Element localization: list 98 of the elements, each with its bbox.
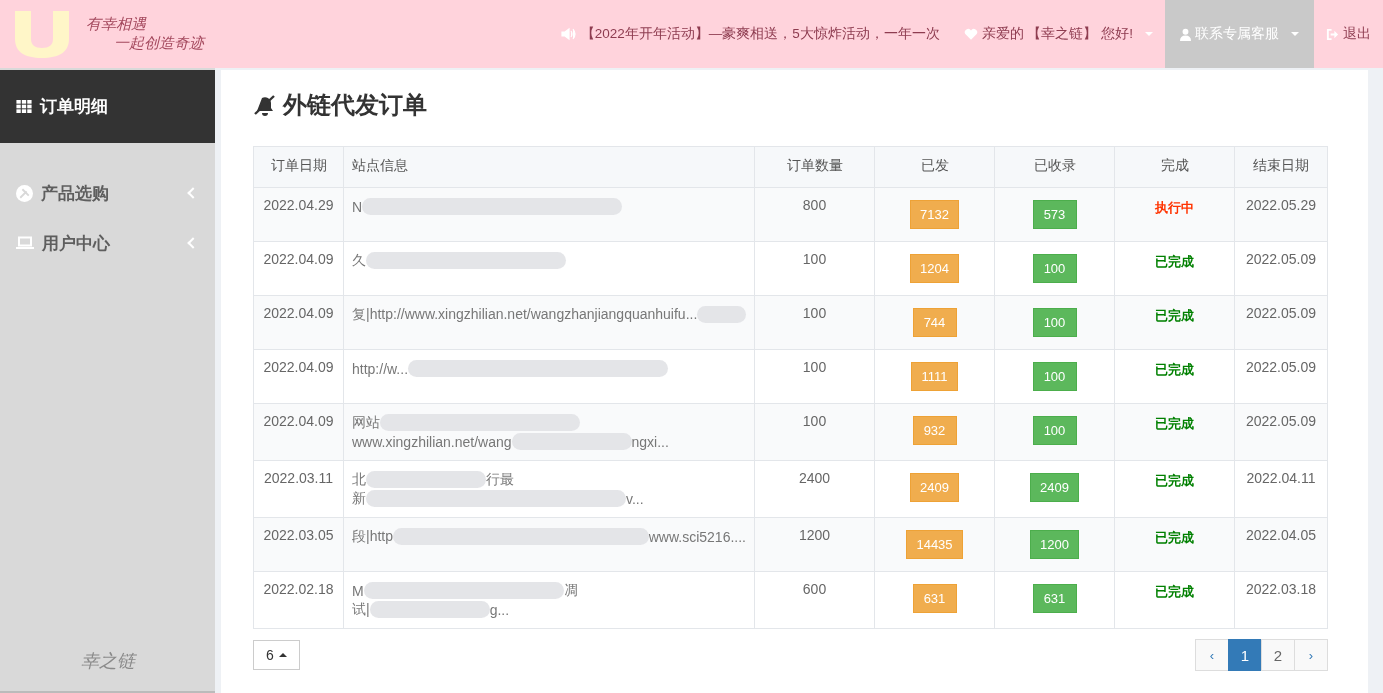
muted-bell-icon bbox=[253, 93, 277, 117]
status-text: 已完成 bbox=[1155, 529, 1194, 547]
site-text: g... bbox=[489, 601, 510, 618]
column-header: 订单日期 bbox=[253, 146, 344, 188]
status-text: 已完成 bbox=[1155, 472, 1194, 490]
sent-count: 2409 bbox=[910, 473, 959, 502]
page-button[interactable]: 1 bbox=[1228, 639, 1262, 671]
sent-count: 1204 bbox=[910, 254, 959, 283]
table-cell: 2022.03.18 bbox=[1234, 571, 1328, 629]
table-cell: 2022.05.29 bbox=[1234, 187, 1328, 242]
site-text: 行最 bbox=[486, 470, 514, 489]
site-text: www.sci5216.... bbox=[648, 528, 746, 545]
table-cell: 2022.03.05 bbox=[253, 517, 344, 572]
indexed-count: 100 bbox=[1032, 254, 1077, 283]
table-cell: 800 bbox=[754, 187, 875, 242]
site-text: 北 bbox=[352, 470, 366, 489]
table-cell: 2022.05.09 bbox=[1234, 241, 1328, 296]
sent-count: 631 bbox=[912, 584, 957, 613]
announcement-link[interactable]: 【2022年开年活动】—豪爽相送，5大惊炸活动，一年一次 bbox=[548, 0, 952, 68]
logout-icon bbox=[1326, 27, 1339, 41]
table-cell: 100 bbox=[754, 241, 875, 296]
table-cell: 2022.04.29 bbox=[253, 187, 344, 242]
table-cell: 100 bbox=[754, 295, 875, 350]
table-cell: 2022.04.09 bbox=[253, 349, 344, 404]
site-text: N bbox=[352, 198, 363, 215]
table-cell: 2022.05.09 bbox=[1234, 295, 1328, 350]
table-cell: 2022.04.09 bbox=[253, 403, 344, 461]
sent-count: 744 bbox=[912, 308, 957, 337]
column-header: 站点信息 bbox=[343, 146, 755, 188]
site-text: 试| bbox=[352, 600, 370, 619]
sidebar-item[interactable]: 产品选购 bbox=[0, 168, 215, 218]
site-text: www.xingzhilian.net/wang bbox=[352, 433, 512, 450]
site-text: 段|http bbox=[352, 527, 393, 546]
caret-icon bbox=[278, 653, 287, 657]
page-button[interactable]: 2 bbox=[1261, 639, 1295, 671]
previous-page-button[interactable]: ‹ bbox=[1195, 639, 1229, 671]
site-text: http://w... bbox=[352, 360, 409, 377]
sidebar-item[interactable]: 用户中心 bbox=[0, 218, 215, 268]
table-cell: 2400 bbox=[754, 460, 875, 518]
tools-icon bbox=[16, 184, 33, 202]
table-cell: 1200 bbox=[754, 517, 875, 572]
sent-count: 14435 bbox=[906, 530, 963, 559]
speaker-icon bbox=[560, 27, 577, 41]
caret-icon bbox=[1145, 32, 1153, 36]
column-header: 完成 bbox=[1114, 146, 1235, 188]
page-title: 外链代发订单 bbox=[253, 84, 1328, 126]
table-cell: 100 bbox=[754, 349, 875, 404]
site-text: 新 bbox=[352, 489, 366, 508]
page-size-dropdown[interactable]: 6 bbox=[253, 640, 300, 670]
status-text: 已完成 bbox=[1155, 253, 1194, 271]
slogan-text: 有幸相遇 bbox=[86, 15, 148, 34]
table-cell: 600 bbox=[754, 571, 875, 629]
indexed-count: 100 bbox=[1032, 416, 1077, 445]
laptop-icon bbox=[16, 236, 34, 250]
table-cell: 2022.05.09 bbox=[1234, 349, 1328, 404]
site-text: 凋 bbox=[563, 581, 578, 600]
indexed-count: 100 bbox=[1032, 308, 1077, 337]
status-text: 执行中 bbox=[1155, 199, 1194, 217]
indexed-count: 100 bbox=[1032, 362, 1077, 391]
logo-icon bbox=[12, 9, 72, 59]
caret-icon bbox=[1291, 32, 1299, 36]
indexed-count: 631 bbox=[1032, 584, 1077, 613]
column-header: 已收录 bbox=[994, 146, 1115, 188]
site-text: 网站 bbox=[352, 413, 380, 432]
site-text: ngxi... bbox=[631, 433, 669, 450]
status-text: 已完成 bbox=[1155, 583, 1194, 601]
sidebar-item[interactable]: 订单明细 bbox=[0, 70, 215, 143]
site-text: v... bbox=[626, 490, 644, 507]
greeting-menu[interactable]: 亲爱的 【幸之链】 您好! bbox=[951, 0, 1165, 68]
status-text: 已完成 bbox=[1155, 415, 1194, 433]
heart-icon bbox=[963, 27, 978, 41]
column-header: 结束日期 bbox=[1234, 146, 1328, 188]
table-cell: 2022.05.09 bbox=[1234, 403, 1328, 461]
next-page-button[interactable]: › bbox=[1294, 639, 1328, 671]
site-text: 久 bbox=[352, 251, 366, 270]
indexed-count: 1200 bbox=[1030, 530, 1079, 559]
user-icon bbox=[1180, 27, 1191, 41]
table-cell: 2022.04.09 bbox=[253, 295, 344, 350]
column-header: 订单数量 bbox=[754, 146, 875, 188]
indexed-count: 573 bbox=[1032, 200, 1077, 229]
table-cell: 2022.04.05 bbox=[1234, 517, 1328, 572]
table-cell: 2022.03.11 bbox=[253, 460, 344, 518]
site-text: 复|http://www.xingzhilian.net/wangzhanjiangquanhuifu... bbox=[352, 305, 698, 324]
column-header: 已发 bbox=[874, 146, 995, 188]
status-text: 已完成 bbox=[1155, 361, 1194, 379]
status-text: 已完成 bbox=[1155, 307, 1194, 325]
sent-count: 932 bbox=[912, 416, 957, 445]
table-cell: 2022.02.18 bbox=[253, 571, 344, 629]
table-cell: 2022.04.09 bbox=[253, 241, 344, 296]
table-cell: 2022.04.11 bbox=[1234, 460, 1328, 518]
logout-link[interactable]: 退出 bbox=[1314, 0, 1383, 68]
table-cell: 100 bbox=[754, 403, 875, 461]
sent-count: 7132 bbox=[910, 200, 959, 229]
slogan-text: 一起创造奇迹 bbox=[113, 34, 204, 53]
indexed-count: 2409 bbox=[1030, 473, 1079, 502]
sent-count: 1111 bbox=[911, 362, 958, 391]
site-text: M bbox=[352, 582, 364, 599]
grid-icon bbox=[16, 100, 32, 113]
